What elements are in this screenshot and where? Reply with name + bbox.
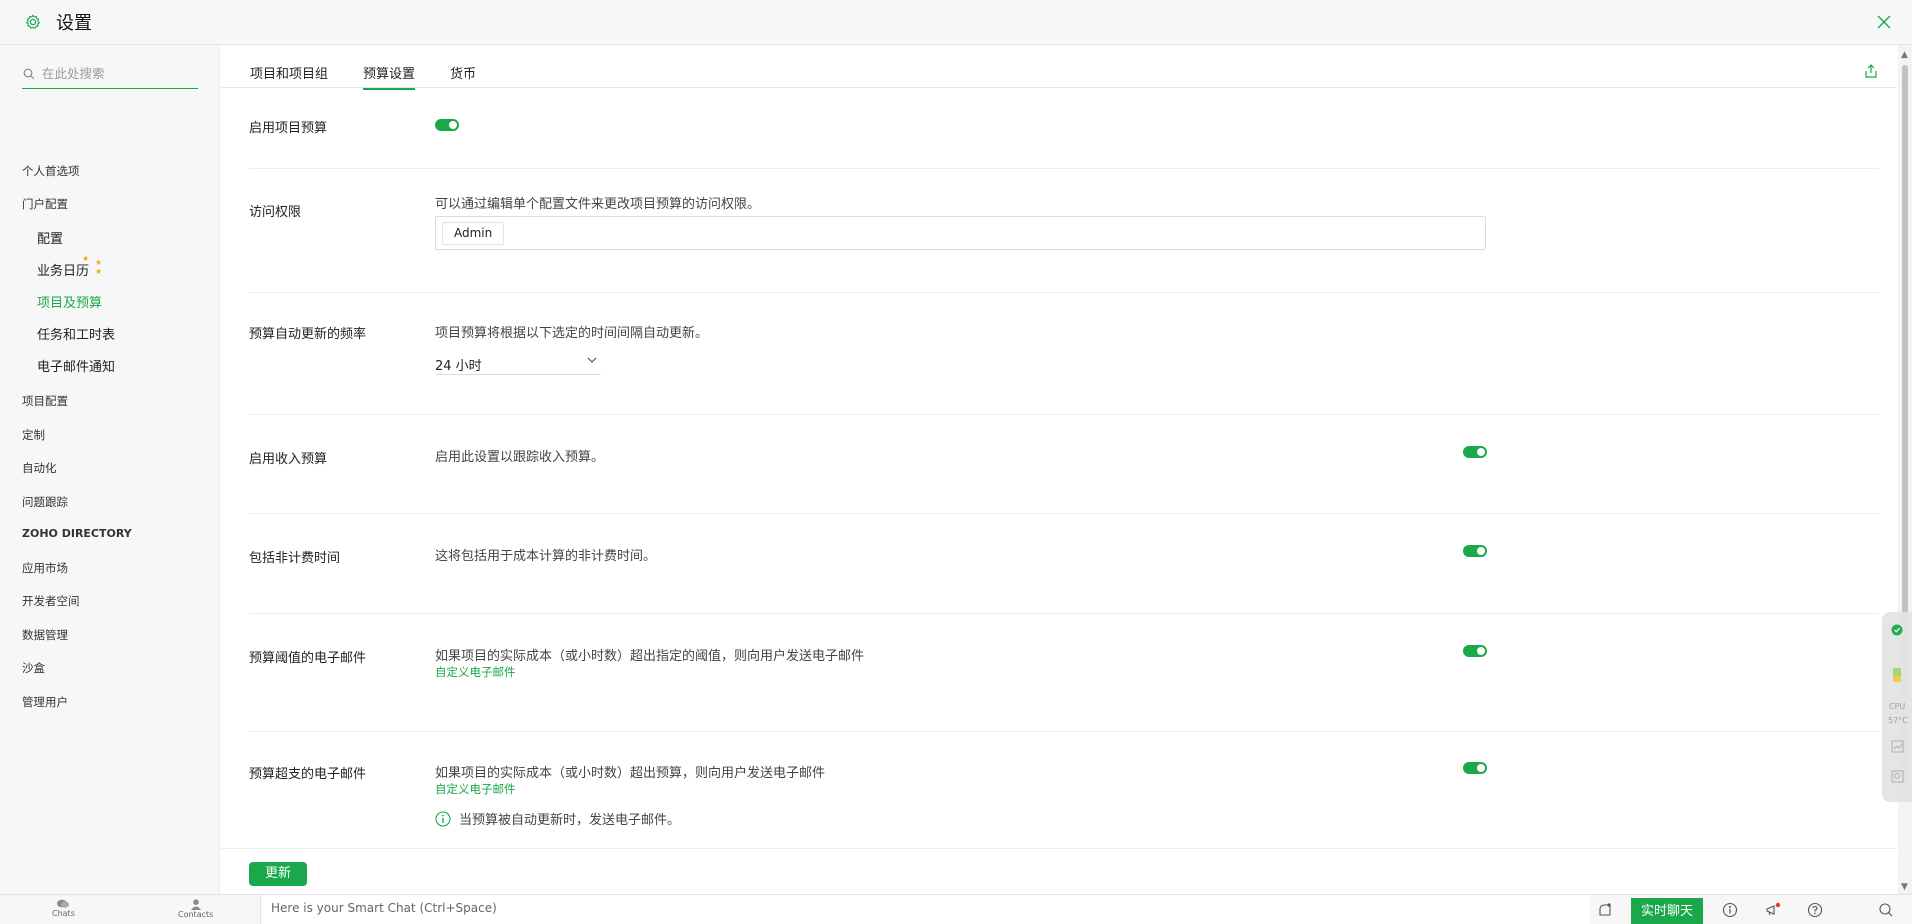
sidebar-item-sandbox[interactable]: 沙盒 bbox=[22, 660, 45, 676]
tab-bar: 项目和项目组 预算设置 货币 bbox=[221, 45, 1897, 90]
setting-description: 启用此设置以跟踪收入预算。 bbox=[435, 450, 605, 465]
setting-label: 启用收入预算 bbox=[249, 452, 328, 467]
smart-chat-input[interactable] bbox=[271, 901, 871, 915]
nonbillable-toggle[interactable] bbox=[1463, 545, 1487, 557]
customize-email-link[interactable]: 自定义电子邮件 bbox=[435, 664, 516, 680]
shield-icon bbox=[1891, 624, 1903, 638]
setting-description: 这将包括用于成本计算的非计费时间。 bbox=[435, 549, 657, 564]
scroll-up-arrow-icon[interactable]: ▲ bbox=[1901, 50, 1908, 60]
auto-update-email-option[interactable]: 当预算被自动更新时，发送电子邮件。 bbox=[435, 809, 680, 828]
sidebar-item-data-admin[interactable]: 数据管理 bbox=[22, 627, 68, 643]
sidebar-item-email-notifications[interactable]: 电子邮件通知 bbox=[37, 356, 115, 375]
notification-user-icon[interactable] bbox=[1597, 902, 1613, 918]
sidebar-item-customize[interactable]: 定制 bbox=[22, 427, 45, 443]
chats-button[interactable]: Chats bbox=[52, 899, 75, 918]
sidebar-item-issue-tracker[interactable]: 问题跟踪 bbox=[22, 494, 68, 510]
setting-description: 项目预算将根据以下选定的时间间隔自动更新。 bbox=[435, 326, 709, 341]
sidebar-item-automation[interactable]: 自动化 bbox=[22, 460, 57, 476]
system-monitor-widget[interactable]: CPU 57°C bbox=[1882, 612, 1912, 802]
setting-revenue-budget: 启用收入预算 启用此设置以跟踪收入预算。 bbox=[249, 415, 1879, 514]
sidebar-item-marketplace[interactable]: 应用市场 bbox=[22, 560, 68, 576]
setting-label: 访问权限 bbox=[249, 205, 302, 220]
threshold-email-toggle[interactable] bbox=[1463, 645, 1487, 657]
search-icon bbox=[22, 67, 36, 81]
user-icon bbox=[190, 899, 201, 910]
setting-label: 启用项目预算 bbox=[249, 121, 328, 136]
export-icon[interactable] bbox=[1863, 63, 1881, 81]
sidebar-item-manage-users[interactable]: 管理用户 bbox=[22, 694, 68, 710]
help-icon[interactable] bbox=[1807, 902, 1823, 918]
cpu-temperature: 57°C bbox=[1888, 716, 1908, 725]
setting-description: 可以通过编辑单个配置文件来更改项目预算的访问权限。 bbox=[435, 197, 761, 212]
scroll-down-arrow-icon[interactable]: ▼ bbox=[1901, 882, 1908, 892]
sidebar-item-projects-budget[interactable]: 项目及预算 bbox=[37, 292, 102, 311]
setting-enable-budget: 启用项目预算 bbox=[249, 88, 1879, 169]
settings-content: 启用项目预算 访问权限 可以通过编辑单个配置文件来更改项目预算的访问权限。 Ad… bbox=[221, 88, 1897, 848]
update-button[interactable]: 更新 bbox=[249, 862, 307, 886]
chevron-down-icon bbox=[587, 353, 597, 368]
sidebar-item-tasks-timesheets[interactable]: 任务和工时表 bbox=[37, 324, 115, 343]
smart-chat-bar[interactable] bbox=[260, 895, 1590, 924]
new-star-icon: ★ bbox=[82, 254, 90, 263]
info-icon bbox=[435, 810, 451, 827]
contacts-button[interactable]: Contacts bbox=[178, 899, 213, 919]
auto-update-email-text: 当预算被自动更新时，发送电子邮件。 bbox=[459, 813, 681, 828]
tab-budget-settings[interactable]: 预算设置 bbox=[363, 63, 416, 90]
accessibility-icon[interactable] bbox=[1722, 902, 1738, 918]
announcement-icon[interactable] bbox=[1765, 902, 1781, 918]
zoom-search-icon[interactable] bbox=[1878, 902, 1894, 918]
setting-label: 包括非计费时间 bbox=[249, 551, 341, 566]
close-icon[interactable] bbox=[1874, 12, 1894, 32]
setting-description: 如果项目的实际成本（或小时数）超出预算，则向用户发送电子邮件 bbox=[435, 766, 826, 781]
chat-bubble-icon bbox=[57, 899, 70, 908]
overrun-email-toggle[interactable] bbox=[1463, 762, 1487, 774]
enable-budget-toggle[interactable] bbox=[435, 119, 459, 131]
battery-icon bbox=[1891, 667, 1903, 685]
setting-description: 如果项目的实际成本（或小时数）超出指定的阈值，则向用户发送电子邮件 bbox=[435, 649, 865, 664]
profile-tag[interactable]: Admin bbox=[442, 222, 505, 245]
live-chat-button[interactable]: 实时聊天 bbox=[1631, 898, 1703, 924]
tab-currency[interactable]: 货币 bbox=[450, 63, 476, 88]
sidebar-item-developer-space[interactable]: 开发者空间 bbox=[22, 593, 80, 609]
chats-label: Chats bbox=[52, 909, 75, 918]
page-title: 设置 bbox=[56, 13, 92, 34]
setting-label: 预算自动更新的频率 bbox=[249, 327, 367, 342]
new-star-icon: ★ ★ bbox=[95, 258, 103, 276]
setting-nonbillable-hours: 包括非计费时间 这将包括用于成本计算的非计费时间。 bbox=[249, 514, 1879, 614]
setting-label: 预算阈值的电子邮件 bbox=[249, 651, 367, 666]
setting-access: 访问权限 可以通过编辑单个配置文件来更改项目预算的访问权限。 Admin bbox=[249, 169, 1879, 293]
sidebar-item-config[interactable]: 配置 bbox=[37, 228, 63, 247]
gear-icon bbox=[24, 13, 42, 31]
sidebar-item-portal-config[interactable]: 门户配置 bbox=[22, 196, 68, 212]
frequency-dropdown[interactable]: 24 小时 bbox=[435, 349, 601, 375]
access-profiles-field[interactable]: Admin bbox=[435, 216, 1486, 250]
chart-icon bbox=[1891, 740, 1904, 755]
bottom-bar: Chats Contacts 实时聊天 bbox=[0, 894, 1912, 924]
setting-update-frequency: 预算自动更新的频率 项目预算将根据以下选定的时间间隔自动更新。 24 小时 bbox=[249, 293, 1879, 415]
search-box[interactable] bbox=[22, 59, 198, 89]
sidebar: 个人首选项 门户配置 配置 业务日历 ★ ★★ 项目及预算 任务和工时表 电子邮… bbox=[0, 45, 220, 894]
setting-label: 预算超支的电子邮件 bbox=[249, 767, 367, 782]
customize-email-link[interactable]: 自定义电子邮件 bbox=[435, 781, 516, 797]
search-input[interactable] bbox=[42, 66, 192, 81]
cpu-label: CPU bbox=[1889, 702, 1906, 711]
title-bar: 设置 bbox=[0, 0, 1912, 45]
setting-overrun-email: 预算超支的电子邮件 如果项目的实际成本（或小时数）超出预算，则向用户发送电子邮件… bbox=[249, 732, 1879, 848]
setting-threshold-email: 预算阈值的电子邮件 如果项目的实际成本（或小时数）超出指定的阈值，则向用户发送电… bbox=[249, 614, 1879, 732]
sidebar-item-project-config[interactable]: 项目配置 bbox=[22, 393, 68, 409]
frequency-value: 24 小时 bbox=[435, 359, 482, 374]
footer-actions: 更新 bbox=[221, 848, 1897, 894]
tab-projects-and-groups[interactable]: 项目和项目组 bbox=[250, 63, 328, 88]
magnifier-icon bbox=[1891, 770, 1904, 785]
sidebar-item-zoho-directory[interactable]: ZOHO DIRECTORY bbox=[22, 527, 132, 540]
sidebar-item-personal-preferences[interactable]: 个人首选项 bbox=[22, 163, 80, 179]
contacts-label: Contacts bbox=[178, 910, 214, 919]
revenue-budget-toggle[interactable] bbox=[1463, 446, 1487, 458]
